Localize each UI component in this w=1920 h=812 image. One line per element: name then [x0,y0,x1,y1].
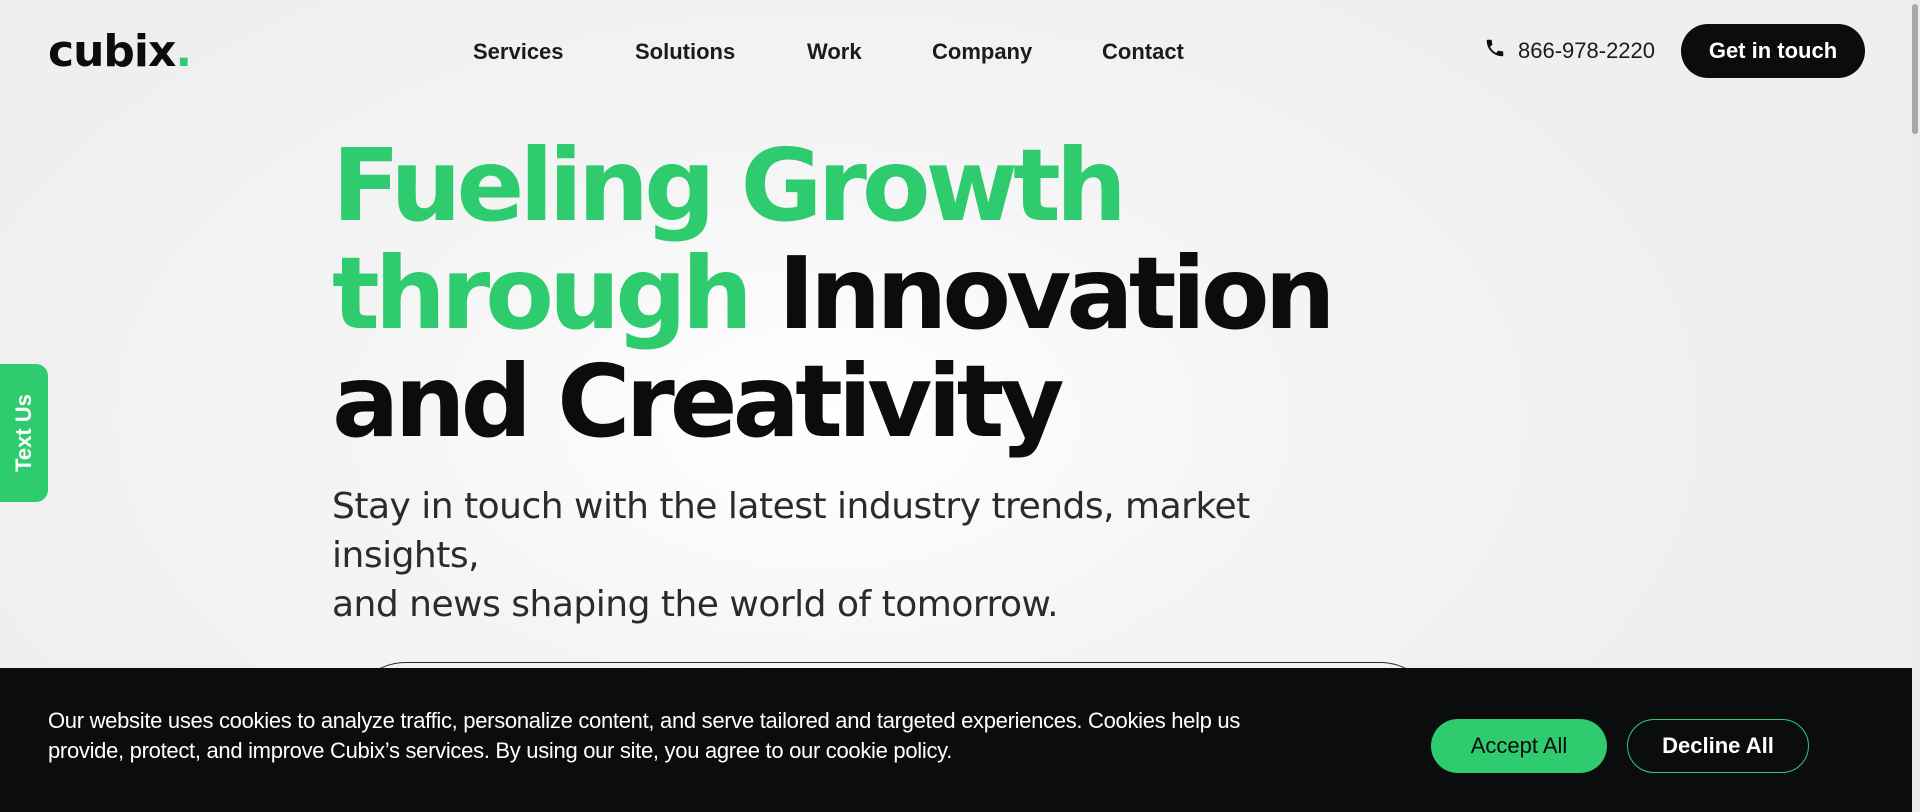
nav-item-company[interactable]: Company [932,38,1032,66]
logo[interactable]: cubix. [48,26,192,78]
hero-title: Fueling Growth through Innovation and Cr… [332,127,1336,460]
cookie-text: Our website uses cookies to analyze traf… [48,706,1348,766]
cookie-text-line-2: provide, protect, and improve Cubix’s se… [48,738,953,763]
hero-title-through: through [332,235,753,352]
hero-title-line-1: Fueling Growth [332,127,1127,244]
get-in-touch-button[interactable]: Get in touch [1681,24,1865,78]
hero-subtitle-line-2: and news shaping the world of tomorrow. [332,584,1059,625]
logo-text: cubix [48,26,176,77]
accept-all-button[interactable]: Accept All [1431,719,1607,773]
cookie-text-line-1: Our website uses cookies to analyze traf… [48,708,1241,733]
nav-item-solutions[interactable]: Solutions [635,38,735,66]
scrollbar-thumb[interactable] [1912,4,1918,134]
hero-subtitle: Stay in touch with the latest industry t… [332,482,1372,629]
phone-icon [1484,37,1506,65]
nav-item-work[interactable]: Work [807,38,862,66]
site-header: cubix. Services Solutions Work Company C… [0,0,1920,104]
cookie-banner: Our website uses cookies to analyze traf… [0,668,1912,812]
text-us-tab[interactable]: Text Us [0,364,48,502]
phone-link[interactable]: 866-978-2220 [1484,36,1655,66]
hero-title-innovation: Innovation [777,235,1336,352]
logo-dot: . [175,26,192,77]
decline-all-button[interactable]: Decline All [1627,719,1809,773]
nav-item-contact[interactable]: Contact [1102,38,1184,66]
nav-item-services[interactable]: Services [473,38,564,66]
page-scrollbar[interactable] [1912,0,1920,812]
hero-title-line-2: through Innovation [332,240,1336,348]
hero-title-line-3: and Creativity [332,343,1065,460]
hero-subtitle-line-1: Stay in touch with the latest industry t… [332,486,1250,576]
phone-number: 866-978-2220 [1518,38,1656,63]
text-us-label: Text Us [11,394,36,472]
